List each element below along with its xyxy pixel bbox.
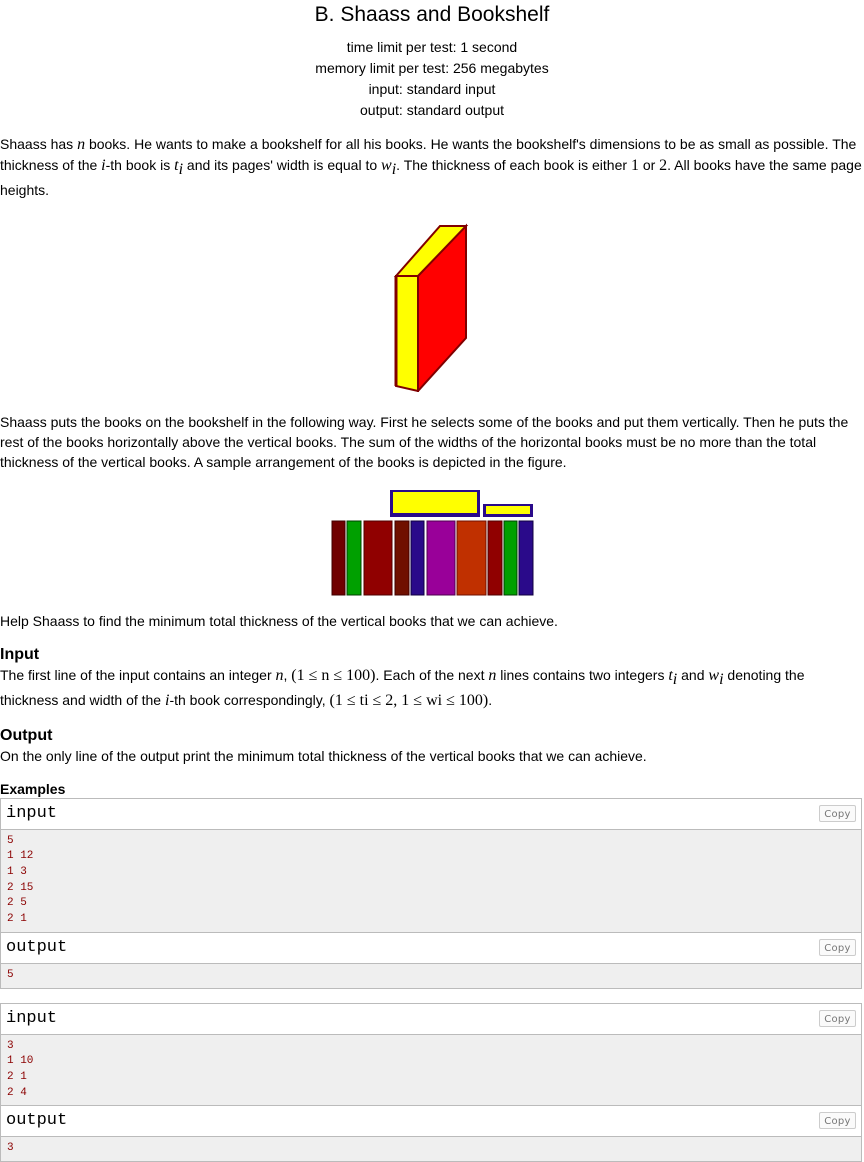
sample-input-label: input: [6, 803, 58, 823]
sample-output-label: output: [6, 1111, 68, 1131]
sample-test-1: input Copy 5 1 12 1 3 2 15 2 5 2 1 outpu…: [0, 797, 862, 989]
sample-input-content: 5 1 12 1 3 2 15 2 5 2 1: [1, 829, 861, 932]
input-section-title: Input: [0, 645, 40, 663]
sample-input-content: 3 1 10 2 1 2 4: [1, 1034, 861, 1106]
sample-output-content: 5: [1, 963, 861, 988]
output-spec: output: standard output: [360, 102, 504, 118]
copy-input-button[interactable]: Copy: [819, 1009, 856, 1027]
sample-input-header: input Copy: [1, 799, 861, 830]
copy-input-button[interactable]: Copy: [819, 804, 856, 822]
sample-output-content: 3: [1, 1137, 861, 1162]
sample-test-2: input Copy 3 1 10 2 1 2 4 output Copy 3: [0, 1002, 862, 1162]
sample-input-label: input: [6, 1008, 58, 1028]
statement-paragraph-3: Help Shaass to find the minimum total th…: [0, 612, 558, 629]
sample-output-header: output Copy: [1, 931, 861, 964]
output-section-title: Output: [0, 726, 53, 744]
sample-input-header: input Copy: [1, 1004, 861, 1035]
input-spec: input: standard input: [368, 81, 496, 97]
copy-output-button[interactable]: Copy: [819, 1112, 856, 1130]
sample-output-header: output Copy: [1, 1105, 861, 1138]
input-section-text: The first line of the input contains an …: [0, 666, 805, 709]
sample-output-label: output: [6, 937, 68, 957]
time-limit: time limit per test: 1 second: [346, 39, 518, 55]
memory-limit: memory limit per test: 256 megabytes: [315, 60, 549, 76]
bookshelf-arrangement-figure: [331, 489, 534, 596]
statement-paragraph-1: Shaass has n books. He wants to make a b…: [0, 136, 862, 198]
problem-header: B. Shaass and Bookshelf time limit per t…: [0, 0, 864, 121]
problem-title: B. Shaass and Bookshelf: [314, 3, 550, 26]
copy-output-button[interactable]: Copy: [819, 938, 856, 956]
single-book-figure: [393, 223, 469, 392]
examples-title: Examples: [0, 780, 66, 797]
statement-paragraph-2: Shaass puts the books on the bookshelf i…: [0, 413, 849, 470]
output-section-text: On the only line of the output print the…: [0, 747, 647, 764]
